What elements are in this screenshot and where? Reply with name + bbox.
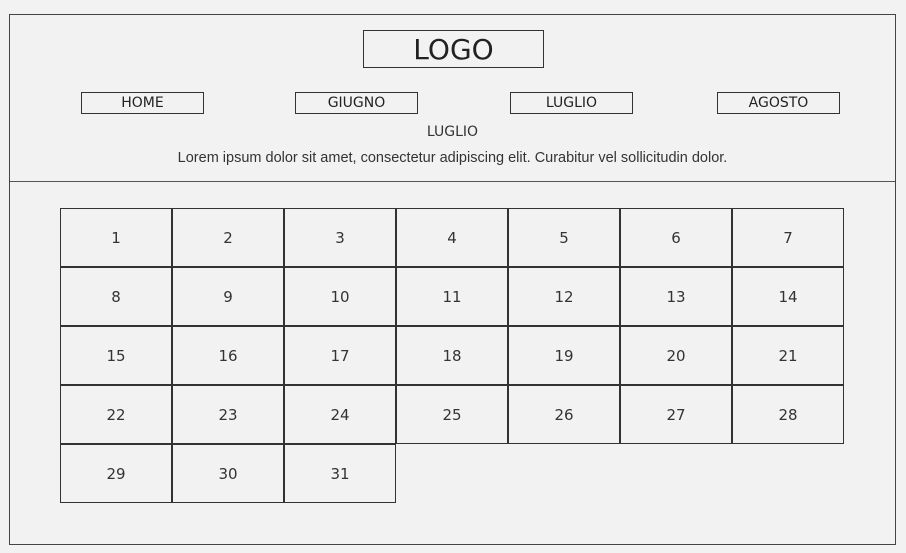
calendar-day[interactable]: 29 (60, 444, 172, 503)
nav-button-home[interactable]: HOME (81, 92, 204, 114)
calendar-day[interactable]: 15 (60, 326, 172, 385)
page-frame: LOGO HOME GIUGNO LUGLIO AGOSTO LUGLIO Lo… (9, 14, 896, 545)
calendar-day[interactable]: 28 (732, 385, 844, 444)
calendar-day[interactable]: 18 (396, 326, 508, 385)
calendar-day[interactable]: 7 (732, 208, 844, 267)
header-divider (10, 181, 895, 182)
calendar-day[interactable]: 11 (396, 267, 508, 326)
calendar-grid: 1 2 3 4 5 6 7 8 9 10 11 12 13 14 15 16 17 18 19 20 21 22 23 24 2… (60, 208, 844, 505)
calendar-day[interactable]: 4 (396, 208, 508, 267)
calendar-day[interactable]: 24 (284, 385, 396, 444)
calendar-day[interactable]: 20 (620, 326, 732, 385)
logo[interactable]: LOGO (363, 30, 544, 68)
calendar-day[interactable]: 2 (172, 208, 284, 267)
nav-button-giugno[interactable]: GIUGNO (295, 92, 418, 114)
month-description: Lorem ipsum dolor sit amet, consectetur … (177, 150, 728, 166)
month-title: LUGLIO (426, 124, 479, 140)
calendar-day[interactable]: 30 (172, 444, 284, 503)
calendar-day[interactable]: 27 (620, 385, 732, 444)
calendar-day[interactable]: 12 (508, 267, 620, 326)
calendar-day[interactable]: 3 (284, 208, 396, 267)
calendar-day[interactable]: 25 (396, 385, 508, 444)
calendar-day[interactable]: 23 (172, 385, 284, 444)
nav-button-luglio[interactable]: LUGLIO (510, 92, 633, 114)
calendar-day[interactable]: 31 (284, 444, 396, 503)
calendar-day[interactable]: 22 (60, 385, 172, 444)
calendar-day[interactable]: 21 (732, 326, 844, 385)
calendar-day[interactable]: 8 (60, 267, 172, 326)
calendar-day[interactable]: 5 (508, 208, 620, 267)
calendar-day[interactable]: 19 (508, 326, 620, 385)
calendar-day[interactable]: 14 (732, 267, 844, 326)
calendar-day[interactable]: 10 (284, 267, 396, 326)
calendar-day[interactable]: 17 (284, 326, 396, 385)
calendar-day[interactable]: 9 (172, 267, 284, 326)
calendar-day[interactable]: 6 (620, 208, 732, 267)
calendar-day[interactable]: 16 (172, 326, 284, 385)
calendar-day[interactable]: 26 (508, 385, 620, 444)
calendar-day[interactable]: 1 (60, 208, 172, 267)
nav-button-agosto[interactable]: AGOSTO (717, 92, 840, 114)
calendar-day[interactable]: 13 (620, 267, 732, 326)
